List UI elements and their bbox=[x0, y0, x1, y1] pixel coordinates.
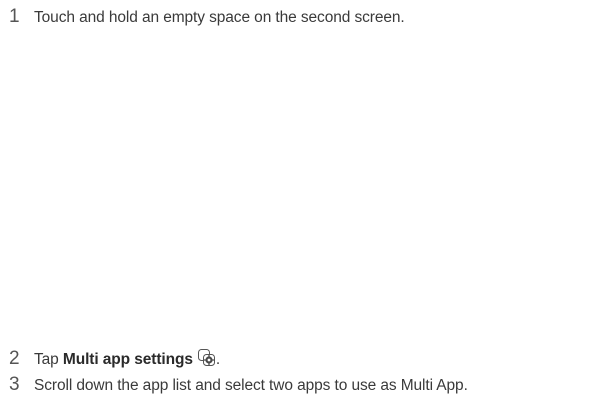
step-text: Touch and hold an empty space on the sec… bbox=[34, 9, 405, 26]
step-prefix: Tap bbox=[34, 351, 59, 368]
step-text: Scroll down the app list and select two … bbox=[34, 377, 468, 394]
step-2: 2 Tap Multi app settings . bbox=[0, 346, 220, 370]
multi-app-settings-label: Multi app settings bbox=[62, 351, 193, 368]
step-number: 1 bbox=[9, 6, 20, 27]
step-suffix: . bbox=[215, 351, 221, 368]
step-number: 3 bbox=[9, 374, 20, 395]
multi-app-settings-icon bbox=[197, 349, 216, 367]
step-number: 2 bbox=[9, 348, 20, 369]
step-3: 3 Scroll down the app list and select tw… bbox=[0, 374, 468, 396]
step-text: Tap Multi app settings . bbox=[34, 346, 220, 369]
step-1: 1 Touch and hold an empty space on the s… bbox=[0, 6, 405, 28]
